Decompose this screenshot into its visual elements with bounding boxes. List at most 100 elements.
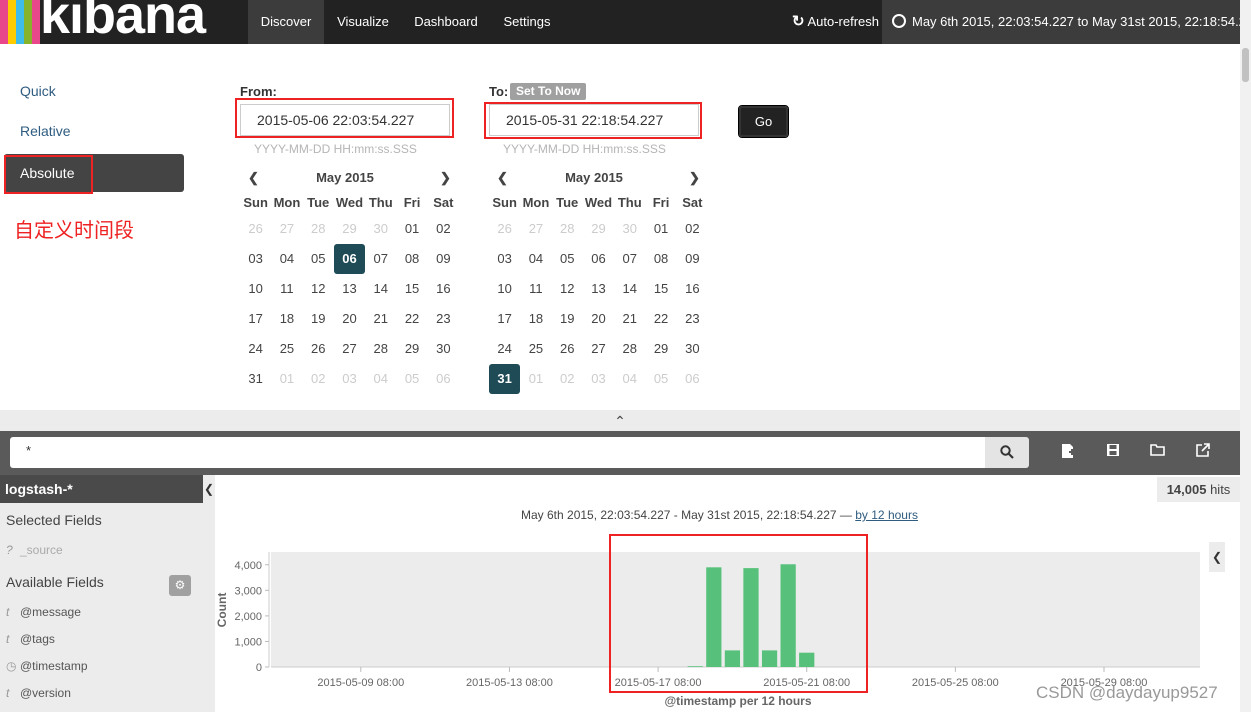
calendar-day[interactable]: 25 xyxy=(271,334,302,364)
collapse-chart-button[interactable]: ❮ xyxy=(1209,542,1225,572)
calendar-day[interactable]: 05 xyxy=(645,364,676,394)
calendar-day[interactable]: 22 xyxy=(396,304,427,334)
calendar-day[interactable]: 03 xyxy=(583,364,614,394)
calendar-day[interactable]: 29 xyxy=(645,334,676,364)
histogram-bar[interactable] xyxy=(687,666,703,667)
save-search-icon[interactable] xyxy=(1103,443,1123,463)
field-item-source[interactable]: ? _source xyxy=(6,543,63,557)
calendar-day[interactable]: 23 xyxy=(428,304,459,334)
calendar-day[interactable]: 28 xyxy=(614,334,645,364)
gear-icon[interactable]: ⚙ xyxy=(169,575,191,596)
histogram-bar[interactable] xyxy=(724,650,741,667)
page-scrollbar[interactable] xyxy=(1240,0,1251,712)
open-search-icon[interactable] xyxy=(1148,443,1168,463)
histogram-bar[interactable] xyxy=(780,564,796,667)
calendar-day[interactable]: 26 xyxy=(489,214,520,244)
calendar-day[interactable]: 10 xyxy=(489,274,520,304)
calendar-day[interactable]: 29 xyxy=(583,214,614,244)
calendar-title[interactable]: May 2015 xyxy=(316,170,374,185)
calendar-day[interactable]: 24 xyxy=(489,334,520,364)
calendar-day[interactable]: 27 xyxy=(271,214,302,244)
index-pattern-title[interactable]: logstash-* xyxy=(0,475,203,503)
tab-discover[interactable]: Discover xyxy=(248,0,324,44)
calendar-day[interactable]: 02 xyxy=(303,364,334,394)
calendar-day[interactable]: 31 xyxy=(240,364,271,394)
set-to-now-button[interactable]: Set To Now xyxy=(510,83,587,100)
tab-settings[interactable]: Settings xyxy=(490,0,564,44)
histogram-bar[interactable] xyxy=(761,650,778,667)
calendar-day[interactable]: 13 xyxy=(334,274,365,304)
calendar-day[interactable]: 25 xyxy=(520,334,551,364)
calendar-day[interactable]: 05 xyxy=(396,364,427,394)
calendar-title[interactable]: May 2015 xyxy=(565,170,623,185)
calendar-day[interactable]: 30 xyxy=(428,334,459,364)
calendar-day[interactable]: 23 xyxy=(677,304,708,334)
calendar-day[interactable]: 19 xyxy=(552,304,583,334)
calendar-day[interactable]: 27 xyxy=(583,334,614,364)
calendar-day[interactable]: 27 xyxy=(334,334,365,364)
calendar-day[interactable]: 22 xyxy=(645,304,676,334)
calendar-day[interactable]: 06 xyxy=(428,364,459,394)
calendar-day[interactable]: 20 xyxy=(583,304,614,334)
calendar-day-selected[interactable]: 31 xyxy=(489,364,521,394)
calendar-day[interactable]: 01 xyxy=(645,214,676,244)
calendar-day[interactable]: 28 xyxy=(303,214,334,244)
calendar-day[interactable]: 21 xyxy=(614,304,645,334)
timepicker-mode-absolute[interactable]: Absolute xyxy=(4,154,184,192)
calendar-day[interactable]: 29 xyxy=(396,334,427,364)
calendar-day[interactable]: 05 xyxy=(303,244,334,274)
calendar-day[interactable]: 17 xyxy=(240,304,271,334)
tab-visualize[interactable]: Visualize xyxy=(324,0,402,44)
search-input[interactable]: * xyxy=(10,437,985,468)
calendar-day[interactable]: 02 xyxy=(552,364,583,394)
calendar-day[interactable]: 21 xyxy=(365,304,396,334)
timepicker-mode-quick[interactable]: Quick xyxy=(20,83,56,99)
calendar-day[interactable]: 04 xyxy=(271,244,302,274)
calendar-day[interactable]: 14 xyxy=(614,274,645,304)
calendar-day[interactable]: 04 xyxy=(365,364,396,394)
kibana-logo[interactable]: kibana xyxy=(0,0,227,44)
share-search-icon[interactable] xyxy=(1193,443,1213,463)
calendar-day[interactable]: 03 xyxy=(489,244,520,274)
field-item-timestamp[interactable]: ◷ @timestamp xyxy=(6,659,88,673)
calendar-day[interactable]: 30 xyxy=(365,214,396,244)
calendar-day[interactable]: 08 xyxy=(645,244,676,274)
calendar-day[interactable]: 12 xyxy=(303,274,334,304)
calendar-day[interactable]: 04 xyxy=(520,244,551,274)
collapse-timepicker-button[interactable]: ⌃ xyxy=(0,410,1240,432)
calendar-day[interactable]: 03 xyxy=(334,364,365,394)
calendar-day[interactable]: 18 xyxy=(520,304,551,334)
histogram-bar[interactable] xyxy=(743,568,759,667)
interval-link[interactable]: by 12 hours xyxy=(855,508,918,522)
calendar-day[interactable]: 15 xyxy=(645,274,676,304)
calendar-day[interactable]: 03 xyxy=(240,244,271,274)
calendar-day[interactable]: 26 xyxy=(552,334,583,364)
calendar-day[interactable]: 01 xyxy=(271,364,302,394)
calendar-day[interactable]: 28 xyxy=(552,214,583,244)
calendar-day[interactable]: 26 xyxy=(240,214,271,244)
calendar-day[interactable]: 16 xyxy=(428,274,459,304)
calendar-day[interactable]: 11 xyxy=(520,274,551,304)
calendar-day[interactable]: 18 xyxy=(271,304,302,334)
prev-month-icon[interactable]: ❮ xyxy=(497,166,508,190)
calendar-day[interactable]: 09 xyxy=(428,244,459,274)
collapse-sidebar-button[interactable]: ❮ xyxy=(203,475,215,503)
go-button[interactable]: Go xyxy=(738,105,789,138)
tab-dashboard[interactable]: Dashboard xyxy=(402,0,490,44)
calendar-day[interactable]: 15 xyxy=(396,274,427,304)
calendar-day[interactable]: 06 xyxy=(583,244,614,274)
calendar-day[interactable]: 09 xyxy=(677,244,708,274)
scrollbar-thumb[interactable] xyxy=(1242,48,1249,82)
from-datetime-input[interactable]: 2015-05-06 22:03:54.227 xyxy=(240,104,450,136)
calendar-day[interactable]: 30 xyxy=(677,334,708,364)
calendar-day[interactable]: 10 xyxy=(240,274,271,304)
calendar-day[interactable]: 19 xyxy=(303,304,334,334)
next-month-icon[interactable]: ❯ xyxy=(689,166,700,190)
calendar-day[interactable]: 12 xyxy=(552,274,583,304)
field-item-tags[interactable]: t @tags xyxy=(6,632,55,646)
calendar-day[interactable]: 01 xyxy=(396,214,427,244)
calendar-day[interactable]: 14 xyxy=(365,274,396,304)
calendar-day[interactable]: 16 xyxy=(677,274,708,304)
calendar-day[interactable]: 27 xyxy=(520,214,551,244)
calendar-day[interactable]: 30 xyxy=(614,214,645,244)
